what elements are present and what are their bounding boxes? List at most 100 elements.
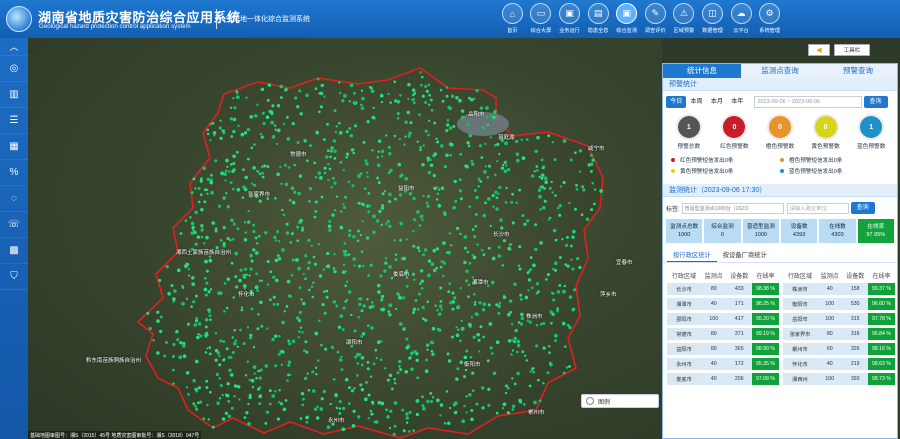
monitoring-point-marker[interactable] <box>421 163 425 167</box>
monitoring-point-marker[interactable] <box>339 314 344 318</box>
monitoring-point-marker[interactable] <box>360 202 364 206</box>
monitoring-point-marker[interactable] <box>269 270 273 274</box>
monitoring-point-marker[interactable] <box>381 192 385 196</box>
monitoring-point-marker[interactable] <box>556 290 561 294</box>
monitoring-point-marker[interactable] <box>334 393 338 398</box>
monitoring-point-marker[interactable] <box>580 213 584 216</box>
table-row[interactable]: 常德市 80 371 99.19 % 张家界市 80 316 96.84 % <box>667 328 895 340</box>
monitoring-point-marker[interactable] <box>510 353 513 356</box>
monitoring-point-marker[interactable] <box>260 87 265 92</box>
monitoring-point-marker[interactable] <box>332 377 336 381</box>
monitoring-point-marker[interactable] <box>218 126 222 130</box>
monitoring-point-marker[interactable] <box>340 210 343 213</box>
nav-item[interactable]: ◫ 数据管理 <box>698 0 727 38</box>
monitoring-point-marker[interactable] <box>372 214 376 219</box>
monitoring-point-marker[interactable] <box>416 210 420 214</box>
monitoring-point-marker[interactable] <box>209 390 212 394</box>
monitoring-point-marker[interactable] <box>179 341 183 345</box>
panel-tab[interactable]: 监测点查询 <box>741 64 819 78</box>
monitoring-point-marker[interactable] <box>543 187 546 190</box>
monitoring-point-marker[interactable] <box>194 294 198 298</box>
monitoring-point-marker[interactable] <box>258 234 261 238</box>
monitoring-point-marker[interactable] <box>521 156 526 160</box>
monitoring-point-marker[interactable] <box>348 100 351 103</box>
monitoring-point-marker[interactable] <box>496 160 499 163</box>
range-tab[interactable]: 本年 <box>727 96 747 108</box>
monitoring-point-marker[interactable] <box>360 250 364 253</box>
monitoring-point-marker[interactable] <box>266 259 270 264</box>
monitoring-point-marker[interactable] <box>432 248 437 253</box>
monitoring-point-marker[interactable] <box>298 89 302 93</box>
monitoring-point-marker[interactable] <box>518 398 522 403</box>
monitoring-point-marker[interactable] <box>191 225 195 230</box>
monitoring-point-marker[interactable] <box>428 103 431 106</box>
monitoring-point-marker[interactable] <box>276 104 281 108</box>
monitoring-point-marker[interactable] <box>367 417 370 420</box>
monitoring-point-marker[interactable] <box>258 172 262 176</box>
monitoring-point-marker[interactable] <box>254 236 258 240</box>
monitoring-point-marker[interactable] <box>293 163 296 167</box>
monitoring-point-marker[interactable] <box>486 359 490 363</box>
monitoring-point-marker[interactable] <box>427 133 430 137</box>
monitoring-point-marker[interactable] <box>257 313 260 316</box>
summary-box[interactable]: 监测点总数 1000 <box>666 219 703 243</box>
monitoring-point-marker[interactable] <box>447 421 451 425</box>
monitoring-point-marker[interactable] <box>206 128 210 132</box>
monitoring-point-marker[interactable] <box>213 134 216 137</box>
monitoring-point-marker[interactable] <box>294 96 298 100</box>
monitoring-point-marker[interactable] <box>419 282 422 285</box>
monitoring-point-marker[interactable] <box>451 307 455 311</box>
monitoring-point-marker[interactable] <box>396 112 400 116</box>
monitoring-point-marker[interactable] <box>523 354 527 357</box>
monitoring-point-marker[interactable] <box>252 248 256 252</box>
monitoring-point-marker[interactable] <box>535 282 540 286</box>
monitoring-point-marker[interactable] <box>407 82 411 87</box>
monitoring-point-marker[interactable] <box>396 371 400 375</box>
monitoring-point-marker[interactable] <box>272 295 276 299</box>
monitoring-point-marker[interactable] <box>408 131 412 135</box>
monitoring-point-marker[interactable] <box>521 350 525 354</box>
monitoring-point-marker[interactable] <box>217 204 222 208</box>
monitoring-point-marker[interactable] <box>200 224 204 228</box>
monitoring-point-marker[interactable] <box>383 367 387 370</box>
monitoring-point-marker[interactable] <box>399 174 403 179</box>
monitoring-point-marker[interactable] <box>573 288 577 292</box>
monitoring-point-marker[interactable] <box>380 401 385 406</box>
monitoring-point-marker[interactable] <box>564 243 569 247</box>
monitoring-point-marker[interactable] <box>300 392 305 396</box>
monitoring-point-marker[interactable] <box>338 358 343 362</box>
monitoring-point-marker[interactable] <box>352 257 357 261</box>
monitoring-point-marker[interactable] <box>474 213 478 216</box>
monitoring-point-marker[interactable] <box>199 193 203 197</box>
monitoring-point-marker[interactable] <box>546 273 550 277</box>
monitoring-point-marker[interactable] <box>466 122 470 127</box>
monitoring-point-marker[interactable] <box>478 144 482 148</box>
monitoring-point-marker[interactable] <box>366 236 370 240</box>
monitoring-point-marker[interactable] <box>419 83 423 87</box>
monitoring-point-marker[interactable] <box>471 253 474 257</box>
monitoring-point-marker[interactable] <box>381 307 386 312</box>
monitoring-point-marker[interactable] <box>253 372 256 375</box>
monitoring-point-marker[interactable] <box>361 332 366 336</box>
monitoring-point-marker[interactable] <box>348 402 351 405</box>
monitoring-point-marker[interactable] <box>357 264 362 268</box>
monitoring-point-marker[interactable] <box>353 387 356 390</box>
monitoring-point-marker[interactable] <box>412 218 415 221</box>
monitoring-point-marker[interactable] <box>203 188 207 192</box>
monitoring-point-marker[interactable] <box>192 378 196 383</box>
monitoring-point-marker[interactable] <box>246 360 250 363</box>
monitoring-point-marker[interactable] <box>575 187 579 191</box>
monitoring-point-marker[interactable] <box>209 318 212 322</box>
monitoring-point-marker[interactable] <box>420 287 424 290</box>
monitoring-point-marker[interactable] <box>271 394 275 398</box>
monitoring-point-marker[interactable] <box>421 94 425 98</box>
monitoring-point-marker[interactable] <box>542 346 546 350</box>
monitoring-point-marker[interactable] <box>330 345 335 350</box>
monitoring-point-marker[interactable] <box>398 359 402 364</box>
monitoring-point-marker[interactable] <box>599 189 603 193</box>
monitoring-point-marker[interactable] <box>266 165 270 169</box>
monitoring-point-marker[interactable] <box>446 352 450 356</box>
monitoring-point-marker[interactable] <box>385 134 388 137</box>
monitoring-point-marker[interactable] <box>425 344 429 347</box>
monitoring-point-marker[interactable] <box>467 96 471 100</box>
